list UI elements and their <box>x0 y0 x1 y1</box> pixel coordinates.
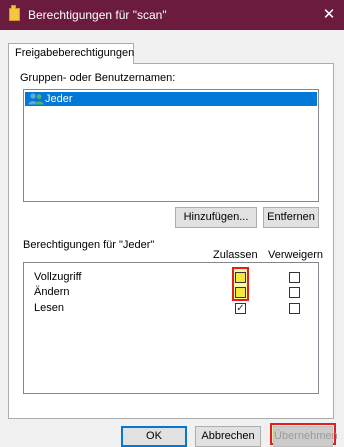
remove-button[interactable]: Entfernen <box>263 207 319 228</box>
permission-name: Lesen <box>34 302 64 314</box>
permission-row: Vollzugriff <box>24 270 318 285</box>
groups-listbox[interactable]: Jeder <box>23 89 319 202</box>
folder-icon <box>9 5 20 21</box>
column-deny-header: Verweigern <box>268 249 324 261</box>
add-button[interactable]: Hinzufügen... <box>175 207 257 228</box>
window-title: Berechtigungen für "scan" <box>28 8 167 22</box>
title-bar: Berechtigungen für "scan" ✕ <box>0 0 344 30</box>
allow-checkbox-aendern[interactable] <box>235 287 246 298</box>
cancel-button[interactable]: Abbrechen <box>195 426 261 447</box>
permission-row: Ändern <box>24 285 318 300</box>
permissions-listbox: Vollzugriff Ändern Lesen ✓ <box>23 262 319 394</box>
permission-row: Lesen ✓ <box>24 301 318 316</box>
groups-label: Gruppen- oder Benutzernamen: <box>20 72 176 84</box>
ok-button[interactable]: OK <box>121 426 187 447</box>
list-item-jeder[interactable]: Jeder <box>25 92 317 106</box>
tab-panel: Gruppen- oder Benutzernamen: Jeder Hinzu… <box>8 63 334 419</box>
close-button[interactable]: ✕ <box>314 0 344 30</box>
users-icon <box>28 93 44 105</box>
deny-checkbox-lesen[interactable] <box>289 303 300 314</box>
list-item-label: Jeder <box>45 93 73 105</box>
column-allow-header: Zulassen <box>213 249 258 261</box>
deny-checkbox-vollzugriff[interactable] <box>289 272 300 283</box>
apply-button[interactable]: Übernehmen <box>273 426 338 447</box>
permissions-label: Berechtigungen für "Jeder" <box>23 239 155 251</box>
permission-name: Ändern <box>34 286 70 298</box>
permission-name: Vollzugriff <box>34 271 82 283</box>
tab-freigabeberechtigungen[interactable]: Freigabeberechtigungen <box>8 43 134 64</box>
allow-checkbox-lesen[interactable]: ✓ <box>235 303 246 314</box>
allow-checkbox-vollzugriff[interactable] <box>235 272 246 283</box>
deny-checkbox-aendern[interactable] <box>289 287 300 298</box>
